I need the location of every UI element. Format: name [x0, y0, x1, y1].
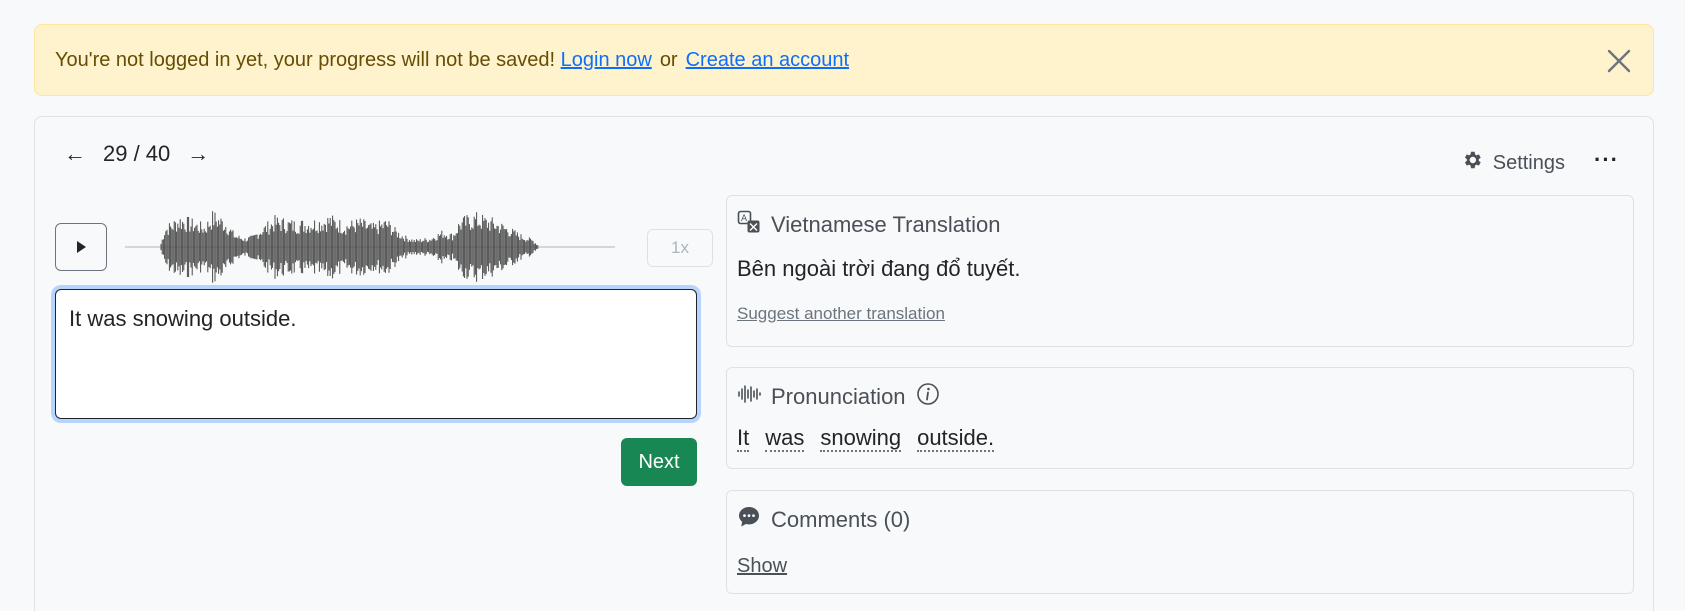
translate-icon: A [737, 210, 761, 240]
pronunciation-word[interactable]: snowing [820, 426, 902, 452]
create-account-link[interactable]: Create an account [686, 49, 849, 72]
pronunciation-word[interactable]: It [737, 426, 750, 452]
sentence-navigation: ← 29 / 40 → [61, 141, 212, 167]
suggest-translation-link[interactable]: Suggest another translation [737, 304, 945, 324]
alert-message: You're not logged in yet, your progress … [55, 48, 556, 71]
audio-player: 1x [55, 209, 713, 283]
pronunciation-words: It was snowing outside. [737, 426, 1623, 452]
pronunciation-panel: Pronunciation It was snowing outside. [726, 367, 1634, 469]
pronunciation-word[interactable]: was [765, 426, 805, 452]
translation-text: Bên ngoài trời đang đổ tuyết. [737, 256, 1021, 281]
settings-label: Settings [1492, 151, 1565, 174]
next-button[interactable]: Next [621, 438, 697, 486]
login-link[interactable]: Login now [561, 49, 652, 72]
audio-waveform[interactable] [125, 209, 615, 285]
comments-header: Comments (0) [737, 505, 1623, 535]
translation-header: A Vietnamese Translation [737, 210, 1623, 240]
alert-separator: or [659, 48, 678, 71]
play-icon [77, 241, 86, 253]
comments-panel: Comments (0) Show [726, 490, 1634, 594]
playback-speed-button[interactable]: 1x [647, 229, 713, 267]
arrow-right-icon[interactable]: → [184, 141, 212, 167]
login-warning-alert: You're not logged in yet, your progress … [34, 24, 1654, 96]
svg-text:A: A [741, 214, 748, 224]
answer-input[interactable] [55, 289, 697, 419]
play-button[interactable] [55, 223, 107, 271]
pronunciation-word[interactable]: outside. [917, 426, 995, 452]
settings-button[interactable]: Settings [1461, 149, 1565, 177]
translation-title: Vietnamese Translation [771, 212, 1001, 237]
comments-title: Comments (0) [771, 507, 911, 532]
more-options-icon[interactable]: ··· [1594, 147, 1619, 173]
gear-icon [1461, 149, 1483, 177]
sentence-counter: 29 / 40 [103, 141, 171, 166]
show-comments-link[interactable]: Show [737, 555, 787, 578]
translation-panel: A Vietnamese Translation Bên ngoài trời … [726, 195, 1634, 347]
chat-bubble-icon [737, 505, 761, 535]
pronunciation-header: Pronunciation [737, 382, 1623, 412]
pronunciation-title: Pronunciation [771, 384, 906, 409]
exercise-card: ← 29 / 40 → Settings ··· 1x Next A [34, 116, 1654, 611]
sound-wave-icon [737, 382, 761, 412]
close-icon[interactable] [1603, 45, 1635, 77]
arrow-left-icon[interactable]: ← [61, 141, 89, 167]
info-icon[interactable] [916, 382, 940, 412]
